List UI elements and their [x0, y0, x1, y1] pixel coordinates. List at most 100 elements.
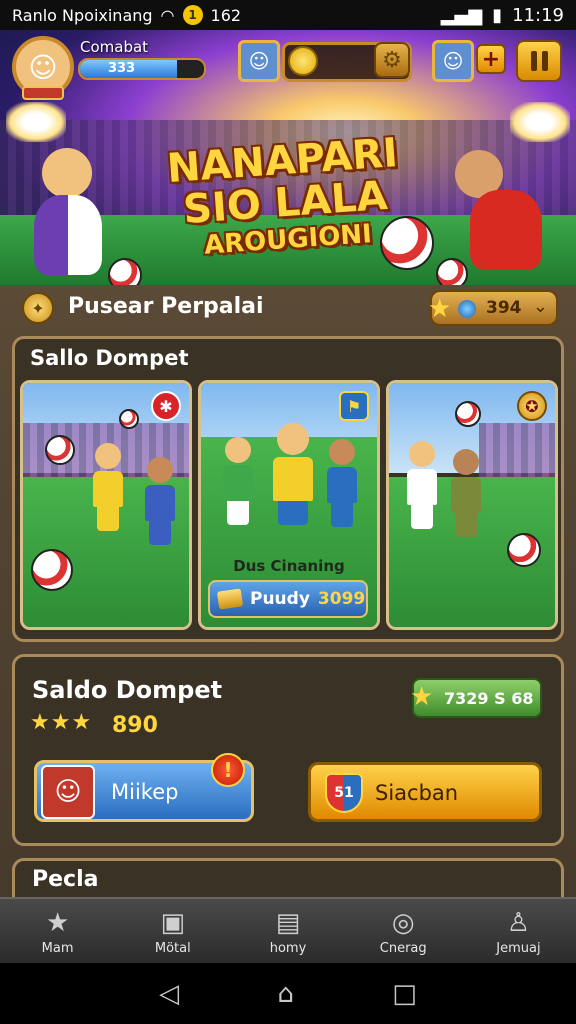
- status-coin-count: 162: [210, 5, 242, 25]
- left-player-body: [34, 195, 102, 275]
- xp-bar: 333: [78, 58, 206, 80]
- bottom-nav: ★ Mam ▣ Mötal ▤ homy ◎ Cnerag ♙ Jemuaj: [0, 897, 576, 963]
- pause-button[interactable]: [516, 40, 562, 82]
- balance-pill[interactable]: ★ 7329 S 68: [410, 678, 542, 718]
- stadium-light: [510, 102, 570, 142]
- right-player-body: [470, 190, 542, 270]
- balance-value: 7329 S 68: [444, 689, 534, 708]
- nav-label: Jemuaj: [496, 940, 541, 956]
- section-header: ✦ Pusear Perpalai ★ 394 ⌄: [14, 288, 562, 328]
- xp-value: 333: [108, 61, 136, 76]
- avatar-badge: [22, 86, 64, 100]
- plus-icon: +: [481, 46, 501, 72]
- tile-caption: Dus Cinaning: [233, 557, 345, 575]
- section-title: Pusear Perpalai: [68, 294, 264, 319]
- nav-item-jemuaj[interactable]: ♙ Jemuaj: [461, 899, 576, 963]
- soccer-ball: [436, 258, 468, 285]
- nav-label: Cnerag: [379, 940, 427, 956]
- wallet-title: Saldo Dompet: [32, 676, 223, 704]
- soccer-ball: [108, 258, 142, 285]
- ball-icon: ◎: [391, 907, 415, 938]
- shield-icon: 51: [325, 773, 363, 813]
- mode-tile-3[interactable]: ✪: [386, 380, 558, 630]
- play-button-label: Puudy: [250, 589, 310, 609]
- star-icon: ★: [50, 710, 72, 735]
- player-avatar[interactable]: ☺: [12, 36, 74, 100]
- mode-tile-1[interactable]: ✱: [20, 380, 192, 630]
- gem-icon: [458, 300, 476, 318]
- nav-label: Mötal: [154, 940, 191, 956]
- alert-icon: !: [211, 753, 245, 787]
- back-icon[interactable]: ◁: [159, 979, 179, 1009]
- medal-icon: ✦: [22, 292, 54, 324]
- game-title: NANAPARI SIO LALA AROUGIONI: [156, 130, 413, 264]
- soccer-ball: [507, 533, 541, 567]
- jersey-icon: ▤: [275, 907, 301, 938]
- add-button[interactable]: +: [476, 44, 506, 74]
- chevron-down-icon: ⌄: [532, 296, 548, 317]
- currency-value: 394: [486, 298, 522, 318]
- portrait-icon: ▣: [160, 907, 186, 938]
- soccer-ball: [31, 549, 73, 591]
- play-button-amount: 3099: [317, 589, 366, 609]
- coin-icon: 1: [182, 5, 203, 25]
- star-icon: ★: [45, 907, 70, 938]
- player-figure: [407, 441, 437, 529]
- player-figure: [273, 423, 313, 525]
- friend-avatar[interactable]: ☺: [238, 40, 280, 82]
- soccer-ball: [45, 435, 75, 465]
- player-figure: [93, 443, 123, 531]
- soccer-ball: [455, 401, 481, 427]
- card-3-title: Pecla: [32, 867, 99, 892]
- trophy-badge-icon: ⚑: [339, 391, 369, 421]
- nav-item-cnerag[interactable]: ◎ Cnerag: [346, 899, 461, 963]
- player-figure: [145, 457, 175, 545]
- player-name: Comabat: [80, 38, 149, 56]
- player-figure: [223, 437, 253, 525]
- star-badge-icon: ✱: [151, 391, 181, 421]
- pause-bar: [530, 51, 537, 71]
- pause-bar: [541, 51, 548, 71]
- soccer-ball: [119, 409, 139, 429]
- avatar-face-icon: ☺: [28, 50, 58, 84]
- nav-item-motal[interactable]: ▣ Mötal: [115, 899, 230, 963]
- clock: 11:19: [512, 4, 564, 26]
- nav-label: homy: [269, 940, 307, 956]
- miikep-button-label: Miikep: [111, 780, 179, 804]
- gold-coin-icon: [288, 46, 318, 76]
- siacban-button[interactable]: 51 Siacban: [308, 762, 542, 822]
- siacban-button-label: Siacban: [375, 781, 459, 805]
- player-figure: [451, 449, 481, 537]
- wallet-score: 890: [112, 713, 158, 738]
- left-player-head: [42, 148, 92, 198]
- profile-avatar[interactable]: ☺: [432, 40, 474, 82]
- medal-badge-icon: ✪: [517, 391, 547, 421]
- ticket-icon: [216, 588, 244, 610]
- nav-label: Mam: [41, 940, 74, 956]
- wifi-icon: ◠: [160, 5, 175, 25]
- rating-stars: ★★★: [30, 710, 92, 735]
- settings-button[interactable]: ⚙: [374, 42, 410, 78]
- star-icon: ★: [410, 682, 434, 712]
- star-icon: ★: [428, 294, 452, 324]
- star-icon: ★: [71, 710, 93, 735]
- card-1-title: Sallo Dompet: [30, 346, 189, 370]
- recents-icon[interactable]: □: [392, 979, 417, 1009]
- nav-item-homy[interactable]: ▤ homy: [230, 899, 345, 963]
- carrier-label: Ranlo Npoixinang: [12, 5, 153, 25]
- currency-selector[interactable]: ★ 394 ⌄: [428, 290, 558, 326]
- nav-item-mam[interactable]: ★ Mam: [0, 899, 115, 963]
- system-nav-bar: ◁ ⌂ □: [0, 963, 576, 1024]
- player-card-icon: ☺: [41, 765, 95, 819]
- player-figure: [327, 439, 357, 527]
- home-icon[interactable]: ⌂: [277, 979, 294, 1009]
- miikep-button[interactable]: ☺ Miikep !: [34, 753, 254, 822]
- play-button[interactable]: Puudy 3099: [208, 580, 368, 618]
- battery-icon: ▮: [492, 4, 503, 26]
- star-icon: ★: [30, 710, 51, 735]
- user-icon: ♙: [506, 907, 531, 938]
- status-bar: Ranlo Npoixinang ◠ 1 162 ▂▄▆ ▮ 11:19: [0, 0, 576, 30]
- gear-icon: ⚙: [382, 47, 402, 73]
- stadium-light: [6, 102, 66, 142]
- signal-icon: ▂▄▆: [440, 4, 483, 26]
